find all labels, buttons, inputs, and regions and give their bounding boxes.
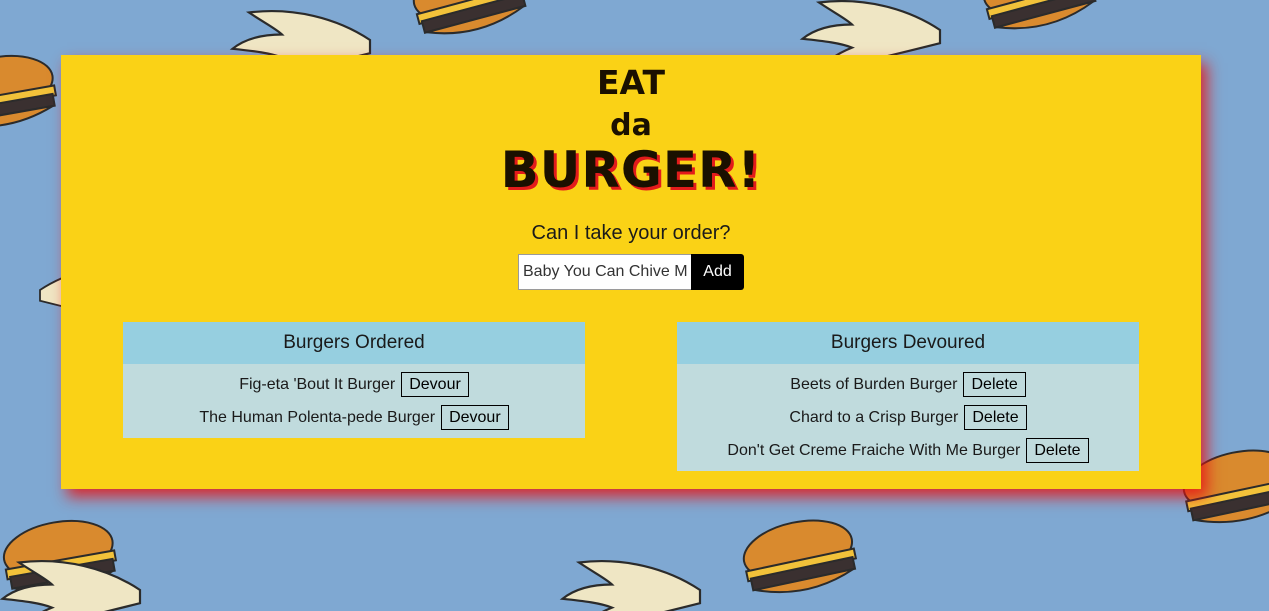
burger-name: Beets of Burden Burger: [790, 375, 958, 393]
delete-button[interactable]: Delete: [963, 372, 1026, 397]
list-item: Fig-eta 'Bout It Burger Devour: [123, 368, 585, 401]
title-eat: EAT: [596, 63, 666, 102]
list-item: The Human Polenta-pede Burger Devour: [123, 401, 585, 434]
delete-button[interactable]: Delete: [964, 405, 1027, 430]
burgers-ordered-title: Burgers Ordered: [123, 322, 585, 364]
burger-name: Fig-eta 'Bout It Burger: [239, 375, 396, 393]
order-form: Add: [518, 254, 744, 290]
burgers-devoured-title: Burgers Devoured: [677, 322, 1139, 364]
add-button[interactable]: Add: [691, 254, 744, 290]
burgers-devoured-panel: Burgers Devoured Beets of Burden Burger …: [677, 322, 1139, 471]
title-da: da: [610, 108, 652, 143]
title-burger: BURGER!: [500, 141, 762, 199]
devour-button[interactable]: Devour: [401, 372, 469, 397]
list-item: Don't Get Creme Fraiche With Me Burger D…: [677, 434, 1139, 467]
burger-name-input[interactable]: [518, 254, 691, 290]
devour-button[interactable]: Devour: [441, 405, 509, 430]
burgers-ordered-panel: Burgers Ordered Fig-eta 'Bout It Burger …: [123, 322, 585, 438]
list-item: Beets of Burden Burger Delete: [677, 368, 1139, 401]
main-card: EAT da BURGER! Can I take your order? Ad…: [61, 55, 1201, 489]
burger-name: Don't Get Creme Fraiche With Me Burger: [727, 441, 1021, 459]
burger-name: Chard to a Crisp Burger: [789, 408, 959, 426]
order-prompt: Can I take your order?: [531, 222, 731, 244]
burger-name: The Human Polenta-pede Burger: [199, 408, 436, 426]
list-item: Chard to a Crisp Burger Delete: [677, 401, 1139, 434]
delete-button[interactable]: Delete: [1026, 438, 1089, 463]
